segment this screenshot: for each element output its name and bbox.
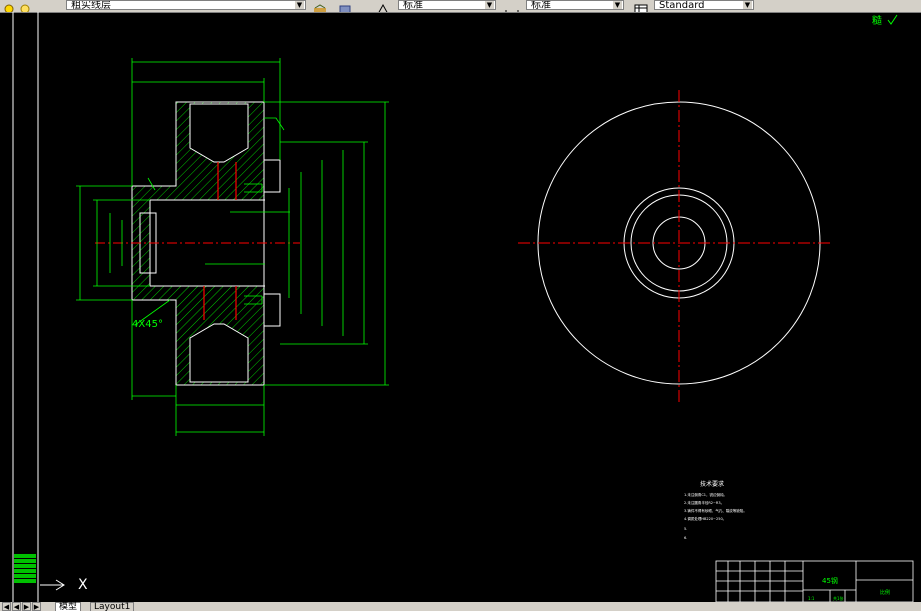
tab-layout1[interactable]: Layout1 <box>90 602 135 611</box>
drawing-canvas[interactable]: 糙 4X45° 技术要求 1.未注倒角C1，锐边倒钝。 2.未注圆角半径R2~R… <box>0 0 921 602</box>
ucs-x-label: X <box>78 577 88 593</box>
hatch-check-icon[interactable]: 糙 <box>872 14 882 27</box>
layout-tabs-bar: ◀ ◀ ▶ ▶ 模型 Layout1 <box>0 602 921 611</box>
palette-bar[interactable] <box>14 564 36 568</box>
palette-bar[interactable] <box>14 554 36 558</box>
part-name: 45钢 <box>822 576 838 585</box>
title-drawing-no: 比例 <box>880 589 890 596</box>
dim-bottom-1 <box>131 300 176 400</box>
dim-leader-1 <box>264 117 285 131</box>
notes-line-6: 6. <box>684 536 687 540</box>
notes-line-1: 1.未注倒角C1，锐边倒钝。 <box>684 492 727 497</box>
tab-model[interactable]: 模型 <box>55 602 82 611</box>
tab-next-icon[interactable]: ▶ <box>22 602 31 611</box>
notes-line-4: 4.调质处理HB220~250。 <box>684 516 726 521</box>
front-view <box>518 90 833 402</box>
dim-bottom-2 <box>175 385 265 409</box>
palette-bar[interactable] <box>14 579 36 583</box>
notes-title: 技术要求 <box>700 480 724 488</box>
notes-line-5: 5. <box>684 527 687 531</box>
ucs-axis-icon <box>40 579 65 591</box>
dim-bottom-3 <box>175 409 265 436</box>
ucs-palette[interactable] <box>12 553 38 596</box>
chamfer-note: 4X45° <box>132 319 163 330</box>
section-view: 4X45° <box>76 58 389 436</box>
svg-text:糙: 糙 <box>872 14 882 27</box>
palette-bar[interactable] <box>14 569 36 573</box>
technical-notes: 技术要求 1.未注倒角C1，锐边倒钝。 2.未注圆角半径R2~R3。 3.铸件不… <box>684 480 747 540</box>
title-scale: 1:1 <box>808 596 815 601</box>
notes-line-2: 2.未注圆角半径R2~R3。 <box>684 500 724 505</box>
dim-top-2 <box>132 78 265 102</box>
tab-first-icon[interactable]: ◀ <box>2 602 11 611</box>
tab-prev-icon[interactable]: ◀ <box>12 602 21 611</box>
tab-last-icon[interactable]: ▶ <box>32 602 41 611</box>
title-sheet: 共1张 <box>833 595 844 601</box>
notes-line-3: 3.铸件不得有砂眼、气孔、裂纹等缺陷。 <box>684 508 747 513</box>
palette-bar[interactable] <box>14 574 36 578</box>
palette-bar[interactable] <box>14 559 36 563</box>
title-block: 45钢 1:1 比例 共1张 <box>715 560 914 602</box>
checkmark-icon[interactable] <box>887 14 898 25</box>
